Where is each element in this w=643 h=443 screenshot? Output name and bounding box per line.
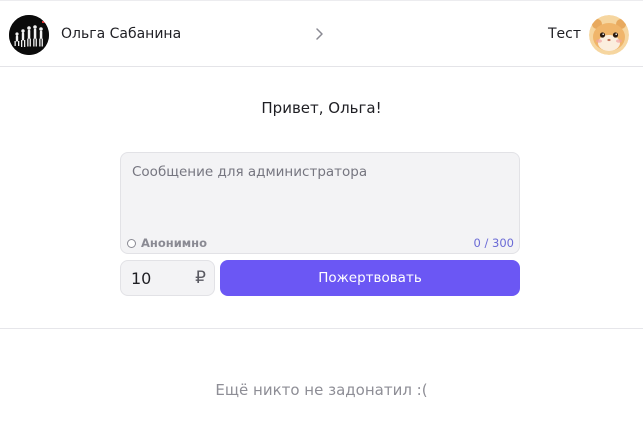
recipient-name: Тест xyxy=(547,26,581,42)
anonymous-radio-icon[interactable] xyxy=(127,238,136,248)
section-divider xyxy=(0,328,643,329)
character-counter: 0 / 300 xyxy=(473,236,514,250)
greeting-title: Привет, Ольга! xyxy=(261,99,382,117)
ruble-icon: ₽ xyxy=(195,268,206,288)
amount-input[interactable]: 10 ₽ xyxy=(120,260,215,296)
donate-button[interactable]: Пожертвовать xyxy=(220,260,520,296)
header-bar: Ольга Сабанина Тест xyxy=(0,0,643,67)
sender-avatar[interactable] xyxy=(9,15,49,55)
amount-value: 10 xyxy=(131,269,152,288)
anonymous-toggle[interactable]: Анонимно xyxy=(127,236,207,250)
recipient-avatar[interactable] xyxy=(589,15,629,55)
anonymous-label: Анонимно xyxy=(141,236,207,250)
evolution-silhouettes-icon xyxy=(9,15,49,55)
donations-empty-text: Ещё никто не задонатил :( xyxy=(215,381,428,399)
message-placeholder: Сообщение для администратора xyxy=(132,164,368,180)
message-textarea[interactable]: Сообщение для администратора Анонимно 0 … xyxy=(120,152,520,254)
chevron-right-icon xyxy=(316,28,323,40)
sender-name: Ольга Сабанина xyxy=(61,26,182,42)
hamster-icon xyxy=(589,15,629,55)
